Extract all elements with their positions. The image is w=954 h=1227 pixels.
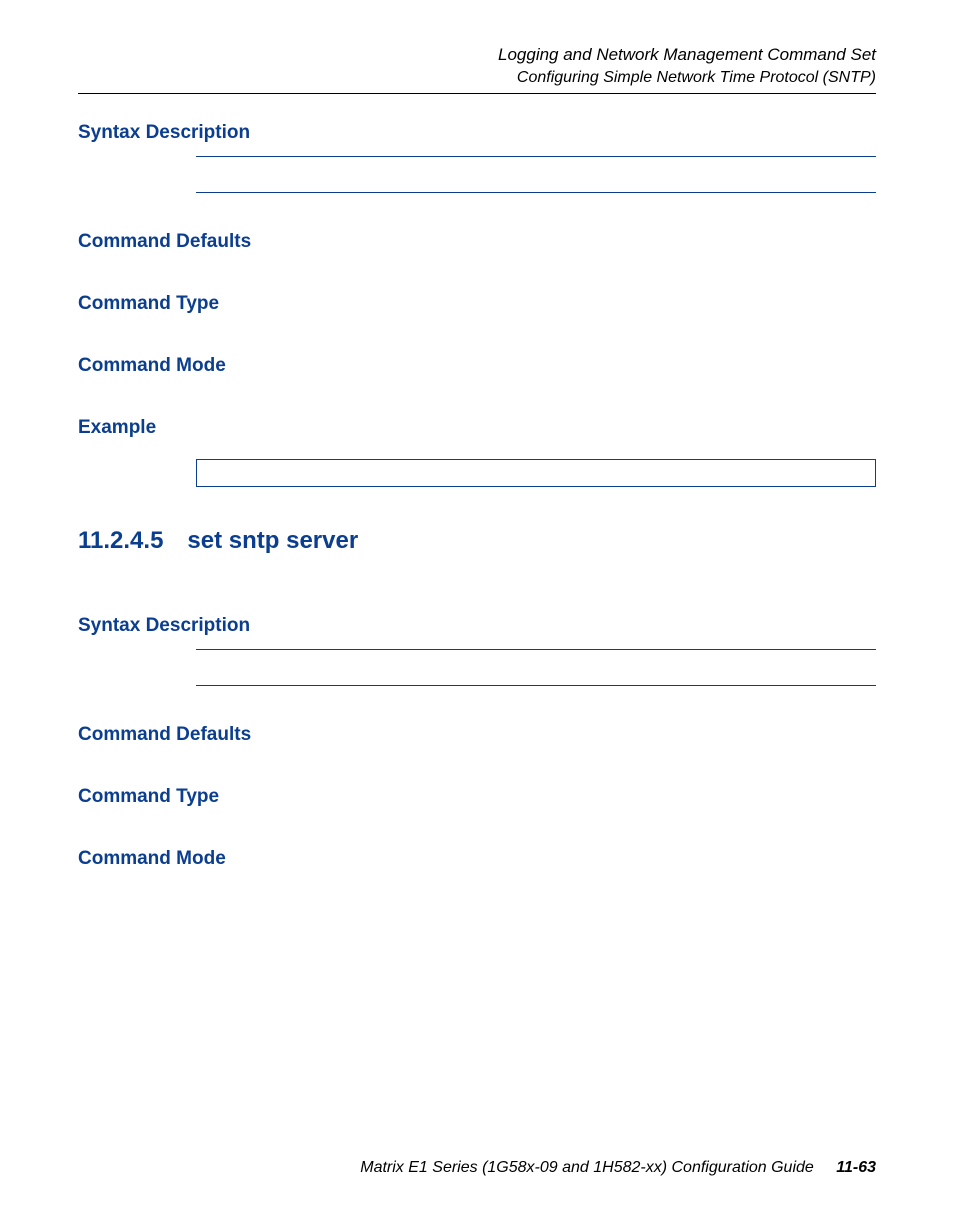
command-title: 11.2.4.5 set sntp server [78,527,876,555]
heading-syntax-description: Syntax Description [78,122,876,144]
heading-command-defaults: Command Defaults [78,231,876,253]
header-section-title: Configuring Simple Network Time Protocol… [78,69,876,87]
heading-example: Example [78,417,876,439]
syntax-description-table [196,156,876,193]
heading-command-type-2: Command Type [78,786,876,808]
page-footer: Matrix E1 Series (1G58x-09 and 1H582-xx)… [360,1159,876,1177]
footer-page-number: 11-63 [836,1159,876,1176]
page-header: Logging and Network Management Command S… [78,45,876,87]
heading-command-mode-2: Command Mode [78,848,876,870]
header-rule [78,93,876,94]
header-chapter-title: Logging and Network Management Command S… [78,45,876,65]
heading-command-mode: Command Mode [78,355,876,377]
heading-syntax-description-2: Syntax Description [78,615,876,637]
syntax-description-table-2 [196,649,876,686]
example-code-box [196,459,876,487]
heading-command-defaults-2: Command Defaults [78,724,876,746]
heading-command-type: Command Type [78,293,876,315]
footer-doc-title: Matrix E1 Series (1G58x-09 and 1H582-xx)… [360,1159,814,1176]
